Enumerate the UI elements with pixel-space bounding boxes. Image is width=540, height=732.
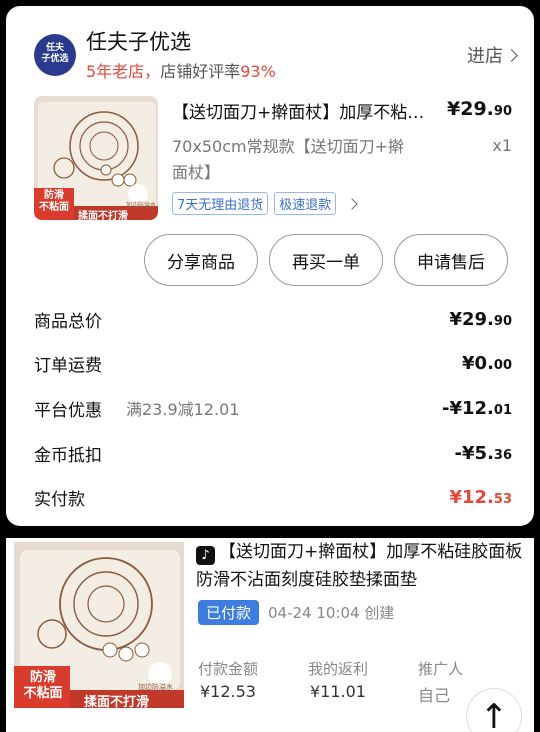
summary-paid: 实付款 ¥12.53 [34, 482, 512, 512]
coin-value-cents: 36 [493, 447, 512, 463]
rebate-order-card[interactable]: 防滑 不粘面 揉面不打滑 加边防溢水 ♪ 【送切面刀+擀面杖】加厚不粘硅胶面板防滑… [6, 538, 534, 732]
paid-label: 实付款 [34, 489, 85, 510]
total-value-main: ¥29. [449, 308, 494, 330]
paid-value-main: ¥12. [449, 486, 494, 508]
store-years: 5年老店， [86, 62, 161, 81]
image-badge-knead: 揉面不打滑 [84, 695, 150, 708]
order2-product-image[interactable]: 防滑 不粘面 揉面不打滑 加边防溢水 [14, 542, 184, 708]
enter-store-button[interactable]: 进店 [467, 42, 518, 68]
product-price: ¥29.90 [447, 98, 512, 120]
rating-label: 店铺好评率 [160, 62, 241, 81]
douyin-icon: ♪ [196, 546, 215, 565]
shipping-value: ¥0.00 [462, 353, 512, 374]
summary-coins: 金币抵扣 -¥5.36 [34, 438, 512, 468]
total-label: 商品总价 [34, 311, 102, 332]
tag-7day-return: 7天无理由退货 [172, 192, 269, 215]
enter-store-label: 进店 [467, 46, 503, 67]
promoter-label: 推广人 [418, 660, 464, 678]
product-price-cents: 90 [493, 104, 512, 119]
rebate-label: 我的返利 [308, 660, 369, 678]
store-logo[interactable]: 任夫 子优选 [34, 34, 76, 76]
created-time: 04-24 10:04 创建 [268, 604, 395, 622]
discount-value-cents: 01 [493, 402, 512, 418]
arrow-up-icon: ↑ [479, 697, 509, 732]
tag-fast-refund: 极速退款 [274, 192, 337, 215]
shipping-value-cents: 00 [493, 357, 512, 373]
discount-note: 满23.9减12.01 [126, 400, 240, 419]
order-detail-card: 任夫 子优选 任夫子优选 5年老店，店铺好评率93% 进店 防滑 不粘面 揉面不… [6, 6, 534, 526]
summary-total: 商品总价 ¥29.90 [34, 304, 512, 334]
product-title[interactable]: 【送切面刀+擀面杖】加厚不粘硅胶面板防滑不沾面刻度硅胶垫揉面垫 [172, 98, 438, 123]
coin-value: -¥5.36 [455, 443, 512, 464]
image-badge-antislip: 防滑 不粘面 [23, 670, 63, 701]
service-tags[interactable]: 7天无理由退货 极速退款 [172, 192, 358, 215]
coin-value-main: -¥5. [454, 442, 494, 464]
discount-value-main: -¥12. [442, 397, 494, 419]
rating-value: 93% [240, 62, 276, 81]
apply-aftersale-button[interactable]: 申请售后 [394, 234, 508, 286]
promoter-value: 自己 [418, 686, 451, 705]
shipping-label: 订单运费 [34, 355, 102, 376]
product-image[interactable]: 防滑 不粘面 揉面不打滑 加边防溢水 [34, 96, 158, 220]
paid-value: ¥12.53 [449, 487, 512, 508]
shipping-value-main: ¥0. [462, 352, 494, 374]
store-name[interactable]: 任夫子优选 [86, 26, 191, 56]
chevron-right-icon [505, 48, 518, 62]
paid-amount-value: ¥12.53 [200, 682, 256, 701]
order-actions: 分享商品 再买一单 申请售后 [144, 234, 508, 286]
discount-value: -¥12.01 [442, 398, 512, 419]
paid-value-cents: 53 [493, 491, 512, 507]
image-badge-edge: 加边防溢水 [138, 683, 173, 691]
chevron-right-icon [346, 197, 358, 210]
total-value-cents: 90 [493, 313, 512, 329]
order2-title[interactable]: ♪ 【送切面刀+擀面杖】加厚不粘硅胶面板防滑不沾面刻度硅胶垫揉面垫 [196, 538, 526, 594]
image-badge-edge: 加边防溢水 [126, 202, 157, 209]
summary-shipping: 订单运费 ¥0.00 [34, 348, 512, 378]
rebate-value: ¥11.01 [310, 682, 366, 701]
discount-label: 平台优惠 [34, 400, 102, 421]
coin-label: 金币抵扣 [34, 445, 102, 466]
image-badge-knead: 揉面不打滑 [78, 211, 128, 220]
product-spec: 70x50cm常规款【送切面刀+擀面杖】 [172, 137, 404, 182]
total-value: ¥29.90 [449, 309, 512, 330]
paid-amount-label: 付款金额 [198, 660, 259, 678]
image-badge-antislip: 防滑 不粘面 [39, 190, 69, 213]
buy-again-button[interactable]: 再买一单 [269, 234, 383, 286]
summary-discount: 平台优惠 满23.9减12.01 -¥12.01 [34, 393, 512, 423]
scroll-to-top-button[interactable]: ↑ [466, 688, 522, 732]
product-price-main: ¥29. [447, 98, 494, 120]
store-rating: 5年老店，店铺好评率93% [86, 58, 276, 82]
share-product-button[interactable]: 分享商品 [144, 234, 258, 286]
product-quantity: x1 [492, 136, 512, 155]
status-badge: 已付款 [198, 600, 260, 625]
order2-title-text: 【送切面刀+擀面杖】加厚不粘硅胶面板防滑不沾面刻度硅胶垫揉面垫 [196, 542, 523, 590]
